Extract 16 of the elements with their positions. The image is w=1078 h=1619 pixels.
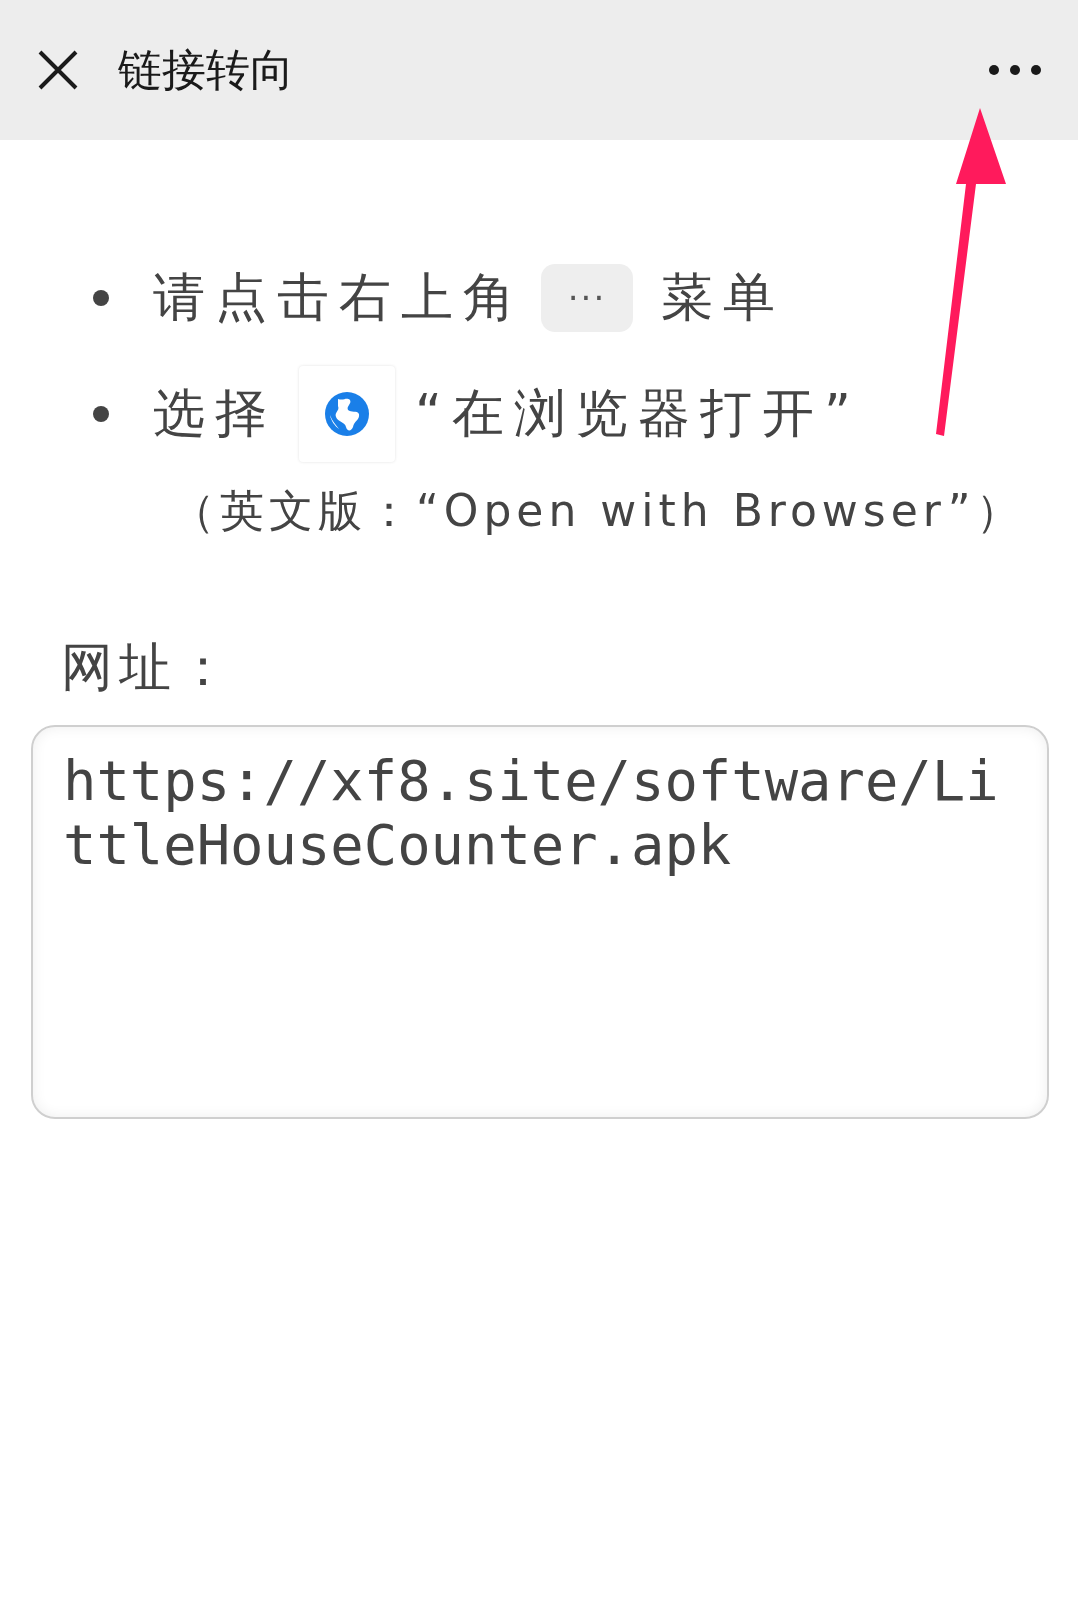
menu-key-badge: ··· xyxy=(541,264,633,332)
bullet-icon xyxy=(93,406,109,422)
close-icon xyxy=(36,48,80,92)
instruction-text: 选择 xyxy=(153,382,277,445)
note-text: （英文版：“Open with Browser”） xyxy=(171,484,1026,538)
url-field[interactable]: https://xf8.site/software/LittleHouseCounter.apk xyxy=(31,725,1049,1119)
globe-icon xyxy=(324,391,370,437)
instruction-text: 请点击右上角 xyxy=(153,266,525,329)
url-label: 网址： xyxy=(61,636,236,699)
bullet-icon xyxy=(93,290,109,306)
page-title: 链接转向 xyxy=(118,42,295,97)
instruction-text: 菜单 xyxy=(661,266,785,329)
close-button[interactable] xyxy=(36,48,80,92)
instruction-text: “在浏览器打开” xyxy=(415,382,861,445)
more-icon xyxy=(988,64,1042,76)
more-button[interactable] xyxy=(988,64,1042,76)
